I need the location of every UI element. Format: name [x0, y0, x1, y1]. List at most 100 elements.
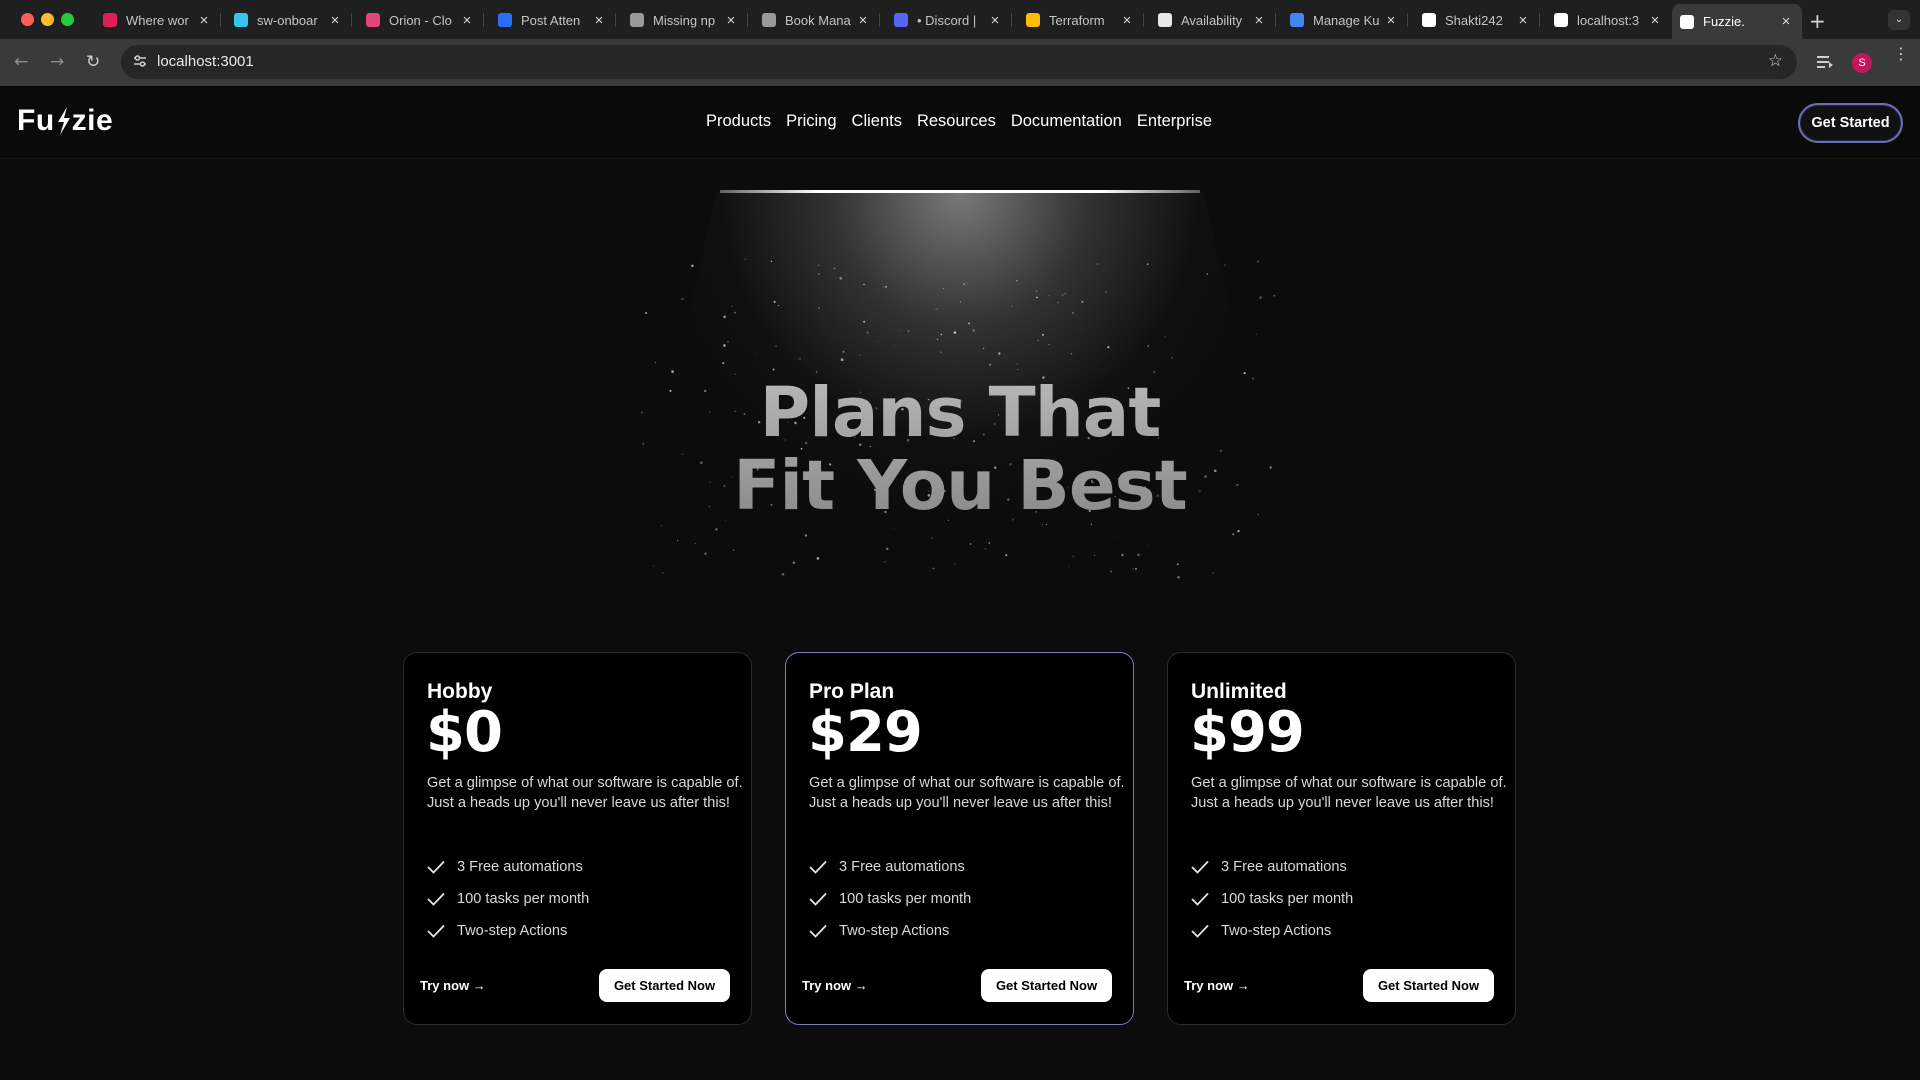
sparkle-particle: [792, 561, 796, 564]
sparkle-particle: [644, 312, 648, 315]
tab-close-icon[interactable]: ×: [196, 12, 212, 29]
google-cloud-icon: [1026, 13, 1040, 27]
discord-icon: [894, 13, 908, 27]
tab-close-icon[interactable]: ×: [1647, 12, 1663, 29]
sparkle-particle: [734, 373, 736, 376]
tab-close-icon[interactable]: ×: [987, 12, 1003, 29]
tab-close-icon[interactable]: ×: [855, 12, 871, 29]
feature-label: 3 Free automations: [1221, 859, 1347, 875]
pricing-card-unlimited: Unlimited $99 Get a glimpse of what our …: [1167, 652, 1516, 1025]
browser-menu-icon[interactable]: ⋮: [1893, 46, 1909, 62]
openai-icon: [630, 13, 644, 27]
window-minimize-button[interactable]: [41, 13, 54, 26]
browser-tab[interactable]: Manage Ku ×: [1282, 6, 1408, 34]
browser-tab[interactable]: Book Mana ×: [754, 6, 880, 34]
sparkle-particle: [939, 351, 943, 354]
sparkle-particle: [959, 301, 962, 303]
tab-close-icon[interactable]: ×: [1515, 12, 1531, 29]
sparkle-particle: [671, 370, 674, 373]
browser-tab[interactable]: sw-onboar ×: [226, 6, 352, 34]
sparkle-particle: [694, 542, 696, 545]
plan-price: $99: [1190, 700, 1305, 765]
get-started-now-button[interactable]: Get Started Now: [981, 969, 1112, 1002]
sparkle-particle: [770, 260, 773, 263]
get-started-now-button[interactable]: Get Started Now: [1363, 969, 1494, 1002]
sparkle-particle: [1132, 568, 1135, 570]
sparkle-particle: [936, 338, 939, 341]
tab-close-icon[interactable]: ×: [591, 12, 607, 29]
reload-icon[interactable]: ↻: [86, 52, 100, 72]
new-tab-icon[interactable]: +: [1809, 9, 1826, 33]
browser-tab[interactable]: Missing np ×: [622, 6, 748, 34]
media-controls-icon[interactable]: [1816, 55, 1834, 69]
window-zoom-button[interactable]: [61, 13, 74, 26]
tab-close-icon[interactable]: ×: [1778, 13, 1794, 30]
browser-tab[interactable]: Post Atten ×: [490, 6, 616, 34]
try-now-link[interactable]: Try now →: [802, 978, 868, 993]
tab-close-icon[interactable]: ×: [459, 12, 475, 29]
tab-title: Availability: [1181, 12, 1243, 28]
browser-tab-active[interactable]: Fuzzie. ×: [1672, 4, 1802, 39]
tab-search-icon[interactable]: ⌄: [1888, 10, 1910, 30]
browser-tab[interactable]: Where wor ×: [95, 6, 221, 34]
tab-close-icon[interactable]: ×: [1119, 12, 1135, 29]
sparkle-particle: [816, 557, 820, 560]
sparkle-particle: [734, 311, 736, 314]
sparkle-particle: [1068, 565, 1070, 568]
nav-link-resources[interactable]: Resources: [917, 112, 996, 131]
browser-tab[interactable]: Orion - Clo ×: [358, 6, 484, 34]
cloud-icon: [366, 13, 380, 27]
hero-title: Plans That Fit You Best: [0, 377, 1920, 523]
browser-tab[interactable]: localhost:3 ×: [1546, 6, 1671, 34]
sparkle-particle: [1061, 293, 1064, 297]
hero-title-line-2: Fit You Best: [733, 446, 1187, 526]
header-get-started-button[interactable]: Get Started: [1798, 103, 1903, 143]
sparkle-particle: [1063, 292, 1067, 296]
sparkle-particle: [1223, 264, 1226, 267]
sparkle-particle: [863, 320, 866, 323]
sparkle-particle: [966, 282, 969, 285]
sparkle-particle: [988, 363, 992, 366]
main-nav: Products Pricing Clients Resources Docum…: [0, 112, 1919, 131]
browser-tab[interactable]: Terraform ×: [1018, 6, 1144, 34]
bookmark-star-icon[interactable]: ☆: [1768, 51, 1783, 71]
sparkle-particle: [1072, 555, 1075, 558]
sparkle-particle: [968, 322, 971, 325]
forward-arrow-icon[interactable]: →: [50, 52, 64, 72]
sparkle-particle: [883, 560, 886, 563]
browser-tab-strip: Where wor × sw-onboar × Orion - Clo × Post …: [0, 0, 1920, 39]
try-now-link[interactable]: Try now →: [1184, 978, 1250, 993]
sparkle-particle: [963, 283, 966, 286]
tab-close-icon[interactable]: ×: [723, 12, 739, 29]
tab-close-icon[interactable]: ×: [1251, 12, 1267, 29]
browser-toolbar: ← → ↻ localhost:3001 ☆ S ⋮: [0, 39, 1920, 86]
browser-tab[interactable]: • Discord | ×: [886, 6, 1012, 34]
nav-link-clients[interactable]: Clients: [852, 112, 902, 131]
get-started-now-button[interactable]: Get Started Now: [599, 969, 730, 1002]
site-settings-icon[interactable]: [133, 54, 147, 68]
nav-link-products[interactable]: Products: [706, 112, 771, 131]
nav-link-pricing[interactable]: Pricing: [786, 112, 836, 131]
browser-tab[interactable]: Shakti242 ×: [1414, 6, 1540, 34]
sparkle-particle: [885, 286, 887, 288]
tab-title: • Discord |: [917, 12, 977, 28]
try-now-link[interactable]: Try now →: [420, 978, 486, 993]
feature-item: 100 tasks per month: [1191, 883, 1353, 915]
nav-link-enterprise[interactable]: Enterprise: [1137, 112, 1212, 131]
window-close-button[interactable]: [21, 13, 34, 26]
profile-avatar[interactable]: S: [1852, 53, 1872, 73]
address-bar[interactable]: localhost:3001 ☆: [121, 45, 1797, 79]
vercel-icon: [1680, 14, 1694, 29]
back-arrow-icon[interactable]: ←: [14, 52, 28, 72]
sparkle-particle: [781, 572, 785, 576]
address-url[interactable]: localhost:3001: [157, 53, 254, 70]
github-icon: [1422, 13, 1436, 27]
sparkle-particle: [1104, 290, 1108, 294]
sparkle-particle: [1072, 311, 1075, 314]
lamp-light-bar: [720, 190, 1200, 193]
tab-close-icon[interactable]: ×: [327, 12, 343, 29]
nav-link-documentation[interactable]: Documentation: [1011, 112, 1122, 131]
tab-close-icon[interactable]: ×: [1383, 12, 1399, 29]
browser-tab[interactable]: Availability ×: [1150, 6, 1276, 34]
sparkle-particle: [954, 563, 956, 566]
